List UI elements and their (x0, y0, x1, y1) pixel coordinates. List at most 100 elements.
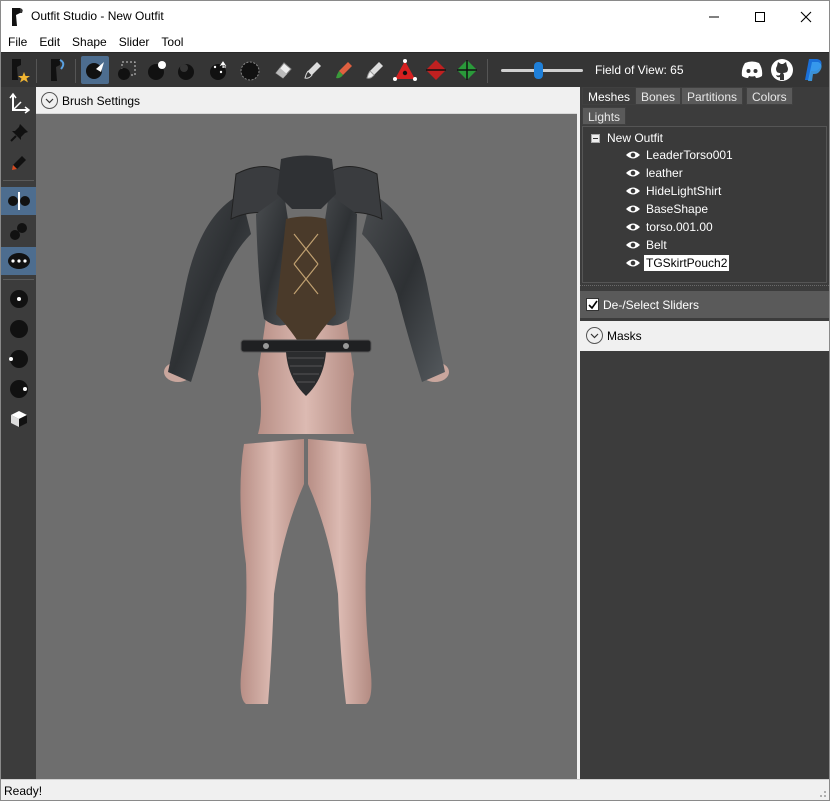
mesh-label: TGSkirtPouch2 (644, 255, 730, 271)
new-project-button[interactable] (5, 56, 33, 84)
masks-header[interactable]: Masks (580, 321, 829, 351)
tree-root-label: New Outfit (607, 131, 664, 145)
mesh-item[interactable]: Belt (625, 236, 669, 254)
menu-edit[interactable]: Edit (32, 32, 65, 52)
title-bar[interactable]: Outfit Studio - New Outfit (1, 1, 829, 32)
mesh-item[interactable]: LeaderTorso001 (625, 146, 735, 164)
window-title: Outfit Studio - New Outfit (31, 9, 164, 23)
menu-tool[interactable]: Tool (154, 32, 188, 52)
menu-file[interactable]: File (1, 32, 32, 52)
discord-button[interactable] (739, 57, 765, 83)
chevron-down-icon[interactable] (586, 327, 603, 344)
mirror-x-button[interactable] (1, 187, 36, 215)
pivot-button[interactable] (1, 119, 36, 147)
resize-grip-icon[interactable] (817, 788, 827, 798)
vertex-dot-icon (9, 290, 28, 308)
inflate-brush-icon (148, 61, 166, 80)
menu-shape[interactable]: Shape (65, 32, 112, 52)
mirror-x-icon (7, 192, 30, 210)
transform-tool-button[interactable] (113, 56, 141, 84)
mesh-label: BaseShape (646, 202, 709, 216)
mesh-item-selected[interactable]: TGSkirtPouch2 (625, 254, 730, 272)
load-outfit-button[interactable] (43, 56, 71, 84)
vertex-edit-button[interactable] (1, 149, 36, 177)
split-edge-icon (457, 60, 477, 80)
select-brush-icon (86, 62, 104, 79)
move-brush-button[interactable] (205, 56, 233, 84)
status-text: Ready! (4, 784, 43, 798)
collapse-vertex-button[interactable] (391, 56, 419, 84)
tab-meshes[interactable]: Meshes (582, 87, 637, 105)
sliders-header[interactable]: De-/Select Sliders (580, 291, 829, 319)
transform-button[interactable] (1, 89, 36, 117)
weight-brush-icon (336, 62, 352, 79)
close-icon (800, 11, 812, 22)
minimize-button[interactable] (691, 1, 737, 32)
edge-left-button[interactable] (1, 345, 36, 373)
menu-slider[interactable]: Slider (112, 32, 155, 52)
right-panel: Meshes Bones Partitions Colors Lights Ne… (580, 87, 829, 779)
mesh-label: LeaderTorso001 (646, 148, 733, 162)
mesh-item[interactable]: leather (625, 164, 685, 182)
eye-icon[interactable] (625, 167, 641, 179)
tree-root[interactable]: New Outfit (591, 131, 663, 145)
fov-slider-thumb[interactable] (534, 62, 543, 79)
maximize-button[interactable] (737, 1, 783, 32)
mesh-label: torso.001.00 (646, 220, 713, 234)
eye-icon[interactable] (625, 149, 641, 161)
edge-point-right-icon (9, 380, 28, 398)
mesh-item[interactable]: HideLightShirt (625, 182, 723, 200)
paypal-button[interactable] (801, 57, 827, 83)
tab-partitions[interactable]: Partitions (681, 87, 744, 105)
mesh-item[interactable]: torso.001.00 (625, 218, 715, 236)
connected-only-button[interactable] (1, 217, 36, 245)
close-button[interactable] (783, 1, 829, 32)
3d-viewport[interactable]: Brush Settings (36, 87, 577, 779)
vertex-select-button[interactable] (1, 285, 36, 313)
eye-icon[interactable] (625, 185, 641, 197)
left-tool-panel (1, 87, 36, 779)
masks-label: Masks (607, 329, 642, 343)
mask-brush-icon (304, 62, 321, 79)
solid-sphere-button[interactable] (1, 315, 36, 343)
eye-icon[interactable] (625, 203, 641, 215)
wireframe-cube-button[interactable] (1, 405, 36, 433)
eye-icon[interactable] (625, 239, 641, 251)
inflate-brush-button[interactable] (143, 56, 171, 84)
paypal-icon (805, 59, 822, 81)
deflate-brush-button[interactable] (173, 56, 201, 84)
weight-brush-button[interactable] (330, 56, 358, 84)
toolbar: Field of View: 65 (1, 52, 829, 87)
minimize-icon (709, 16, 719, 17)
tab-bones[interactable]: Bones (635, 87, 682, 105)
collapse-icon[interactable] (591, 133, 600, 143)
box-select-icon (118, 61, 136, 80)
chevron-down-icon[interactable] (41, 92, 58, 109)
brush-settings-label: Brush Settings (62, 94, 141, 108)
global-brush-icon (7, 253, 30, 269)
edge-point-left-icon (8, 350, 28, 368)
outfit-model (164, 155, 449, 704)
mesh-item[interactable]: BaseShape (625, 200, 710, 218)
global-brush-button[interactable] (1, 247, 36, 275)
edge-right-button[interactable] (1, 375, 36, 403)
github-icon (771, 59, 793, 81)
fov-label: Field of View: 65 (595, 63, 684, 77)
transform-axes-icon (8, 92, 30, 114)
select-tool-button[interactable] (81, 56, 109, 84)
tab-colors[interactable]: Colors (746, 87, 793, 105)
eye-icon[interactable] (625, 257, 641, 269)
pencil-icon (11, 156, 26, 170)
mask-brush-button[interactable] (299, 56, 327, 84)
brush-settings-bar[interactable]: Brush Settings (36, 87, 577, 114)
select-sliders-checkbox[interactable] (586, 298, 599, 311)
color-brush-button[interactable] (361, 56, 389, 84)
eye-icon[interactable] (625, 221, 641, 233)
flip-edge-button[interactable] (422, 56, 450, 84)
smooth-brush-button[interactable] (236, 56, 264, 84)
undiff-brush-button[interactable] (269, 56, 297, 84)
split-edge-button[interactable] (453, 56, 481, 84)
tab-lights[interactable]: Lights (582, 107, 627, 125)
app-window: Outfit Studio - New Outfit File Edit Sha… (0, 0, 830, 801)
github-button[interactable] (769, 57, 795, 83)
